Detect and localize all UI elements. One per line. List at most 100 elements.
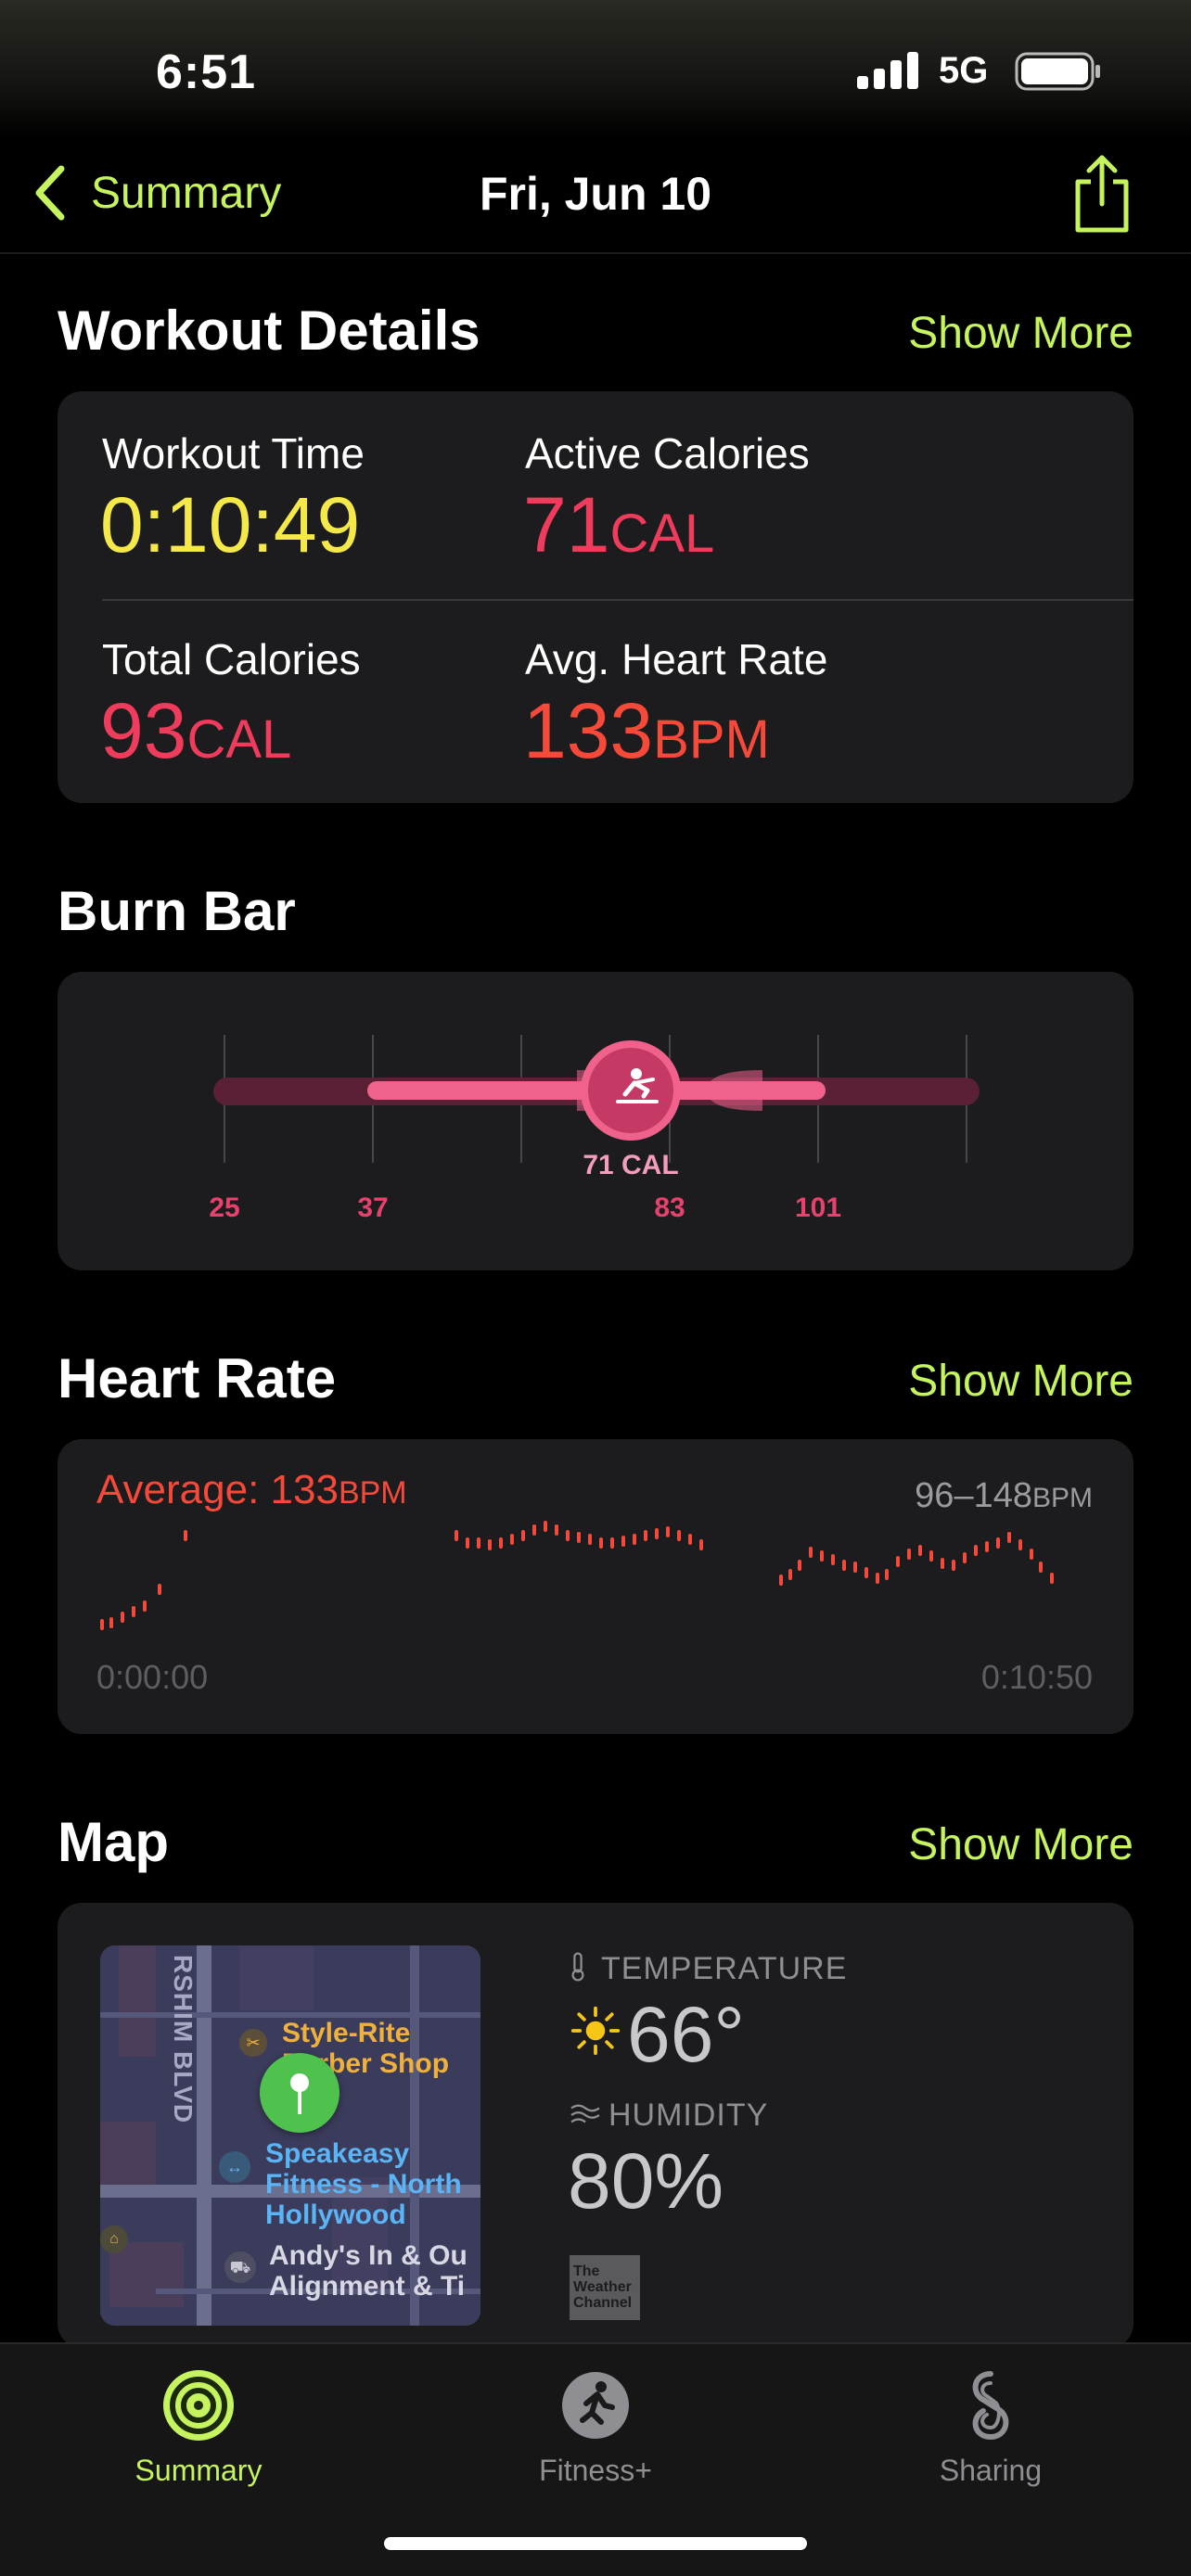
heart-rate-sample (132, 1606, 135, 1617)
map-title: Map (58, 1811, 169, 1873)
fitness-center-icon: ↔ (219, 2151, 250, 2183)
metric-value-workout-time: 0:10:49 (100, 481, 361, 568)
metric-label-active-calories: Active Calories (525, 429, 810, 478)
tab-summary[interactable]: Summary (87, 2368, 310, 2488)
heart-rate-sample (184, 1530, 187, 1541)
tab-label: Sharing (939, 2454, 1043, 2487)
heart-rate-sample (655, 1528, 659, 1539)
cellular-signal-icon (857, 52, 918, 89)
heart-rate-sample (455, 1530, 458, 1541)
heart-rate-sample (599, 1537, 603, 1549)
heart-rate-sample (577, 1532, 581, 1543)
heart-rate-sample (996, 1537, 1000, 1549)
tab-sharing[interactable]: Sharing (879, 2368, 1102, 2488)
heart-rate-sample (621, 1536, 625, 1547)
heart-rate-sample (929, 1550, 933, 1562)
map-thumbnail[interactable]: RSHIM BLVD ✂ Style-Rite Barber Shop ↔ Sp… (100, 1945, 480, 2326)
heart-rate-sample (864, 1567, 868, 1578)
weather-channel-logo: The Weather Channel (570, 2255, 640, 2320)
heart-rate-sample (633, 1534, 636, 1545)
humidity-icon (570, 2104, 600, 2123)
navigation-bar: Summary Fri, Jun 10 (0, 139, 1191, 254)
heart-rate-sample (666, 1526, 670, 1537)
battery-icon (1015, 52, 1100, 91)
heart-rate-sample (820, 1550, 824, 1562)
tab-label: Fitness+ (539, 2454, 652, 2487)
map-place-label: Speakeasy Fitness - North Hollywood (265, 2138, 462, 2230)
heart-rate-sample (588, 1534, 592, 1545)
burn-bar-title: Burn Bar (58, 880, 296, 942)
heart-rate-sample (788, 1569, 792, 1580)
car-service-icon: ⛟ (224, 2251, 256, 2283)
metric-value-total-calories: 93CAL (100, 687, 292, 774)
temperature-label: TEMPERATURE (601, 1951, 848, 1986)
heart-rate-sample (499, 1537, 503, 1549)
thermometer-icon (571, 1952, 584, 1982)
burn-bar-tick-label: 37 (357, 1192, 389, 1223)
heart-rate-sample (555, 1524, 558, 1536)
location-pin-icon (260, 2053, 339, 2133)
activity-rings-icon (163, 2370, 234, 2441)
barber-icon: ✂ (239, 2029, 267, 2057)
metric-value-avg-heart-rate: 133BPM (523, 687, 770, 774)
burn-bar-tick-label: 25 (209, 1192, 240, 1223)
heart-rate-sample (610, 1537, 614, 1549)
workout-details-title: Workout Details (58, 300, 480, 362)
heart-rate-sample (779, 1575, 783, 1586)
tab-label: Summary (134, 2454, 263, 2487)
heart-rate-sample (798, 1560, 801, 1571)
heart-rate-card: Average: 133BPM 96–148BPM 0:00:00 0:10:5… (58, 1439, 1133, 1734)
heart-rate-sample (1039, 1562, 1043, 1573)
share-icon[interactable] (1069, 152, 1135, 236)
heart-rate-sample (121, 1612, 124, 1623)
heart-rate-sample (952, 1560, 955, 1571)
map-show-more-button[interactable]: Show More (908, 1819, 1133, 1870)
workout-details-show-more-button[interactable]: Show More (908, 308, 1133, 359)
burn-bar-marker-label: 71 CAL (583, 1150, 679, 1180)
heart-rate-sample (907, 1549, 911, 1560)
status-time: 6:51 (156, 45, 257, 99)
heart-rate-show-more-button[interactable]: Show More (908, 1356, 1133, 1407)
page-title: Fri, Jun 10 (479, 168, 712, 220)
metric-label-avg-heart-rate: Avg. Heart Rate (525, 635, 828, 683)
heart-rate-sample (896, 1556, 900, 1567)
network-type: 5G (939, 50, 989, 91)
status-bar: 6:51 5G (0, 0, 1191, 139)
heart-rate-sample (544, 1521, 547, 1532)
burn-bar-card: 71 CAL 25 37 83 101 (58, 972, 1133, 1270)
clothing-store-icon: ⌂ (100, 2225, 128, 2253)
heart-rate-sample (510, 1534, 514, 1545)
heart-rate-sample (885, 1569, 889, 1580)
humidity-label: HUMIDITY (608, 2098, 769, 2133)
heart-rate-title: Heart Rate (58, 1347, 337, 1409)
heart-rate-sample (985, 1541, 989, 1552)
heart-rate-sample (688, 1534, 692, 1545)
heart-rate-sample (488, 1539, 492, 1550)
map-card: RSHIM BLVD ✂ Style-Rite Barber Shop ↔ Sp… (58, 1903, 1133, 2348)
heart-rate-sample (842, 1560, 846, 1571)
heart-rate-end-time: 0:10:50 (980, 1658, 1093, 1696)
burn-bar-tick-label: 101 (794, 1192, 842, 1223)
home-indicator (384, 2537, 807, 2550)
heart-rate-sample (853, 1562, 857, 1573)
heart-rate-sample (532, 1524, 536, 1536)
metric-label-workout-time: Workout Time (102, 429, 365, 478)
heart-rate-sample (566, 1530, 570, 1541)
heart-rate-sample (644, 1530, 647, 1541)
sharing-icon (972, 2371, 1009, 2441)
temperature-value: 66° (627, 1991, 746, 2078)
heart-rate-sample (831, 1554, 835, 1565)
heart-rate-sample (1018, 1539, 1022, 1550)
heart-rate-sample (477, 1537, 480, 1549)
heart-rate-sample (100, 1619, 104, 1630)
heart-rate-sample (677, 1530, 681, 1541)
heart-rate-sample (918, 1545, 922, 1556)
burn-bar-graphic (213, 1035, 980, 1163)
tab-fitness-plus[interactable]: Fitness+ (484, 2368, 707, 2488)
sun-icon (570, 2006, 621, 2056)
heart-rate-sample (699, 1539, 703, 1550)
heart-rate-sample (941, 1558, 944, 1569)
heart-rate-sample (1030, 1549, 1033, 1560)
heart-rate-sample (1007, 1532, 1011, 1543)
heart-rate-sample (158, 1584, 161, 1595)
